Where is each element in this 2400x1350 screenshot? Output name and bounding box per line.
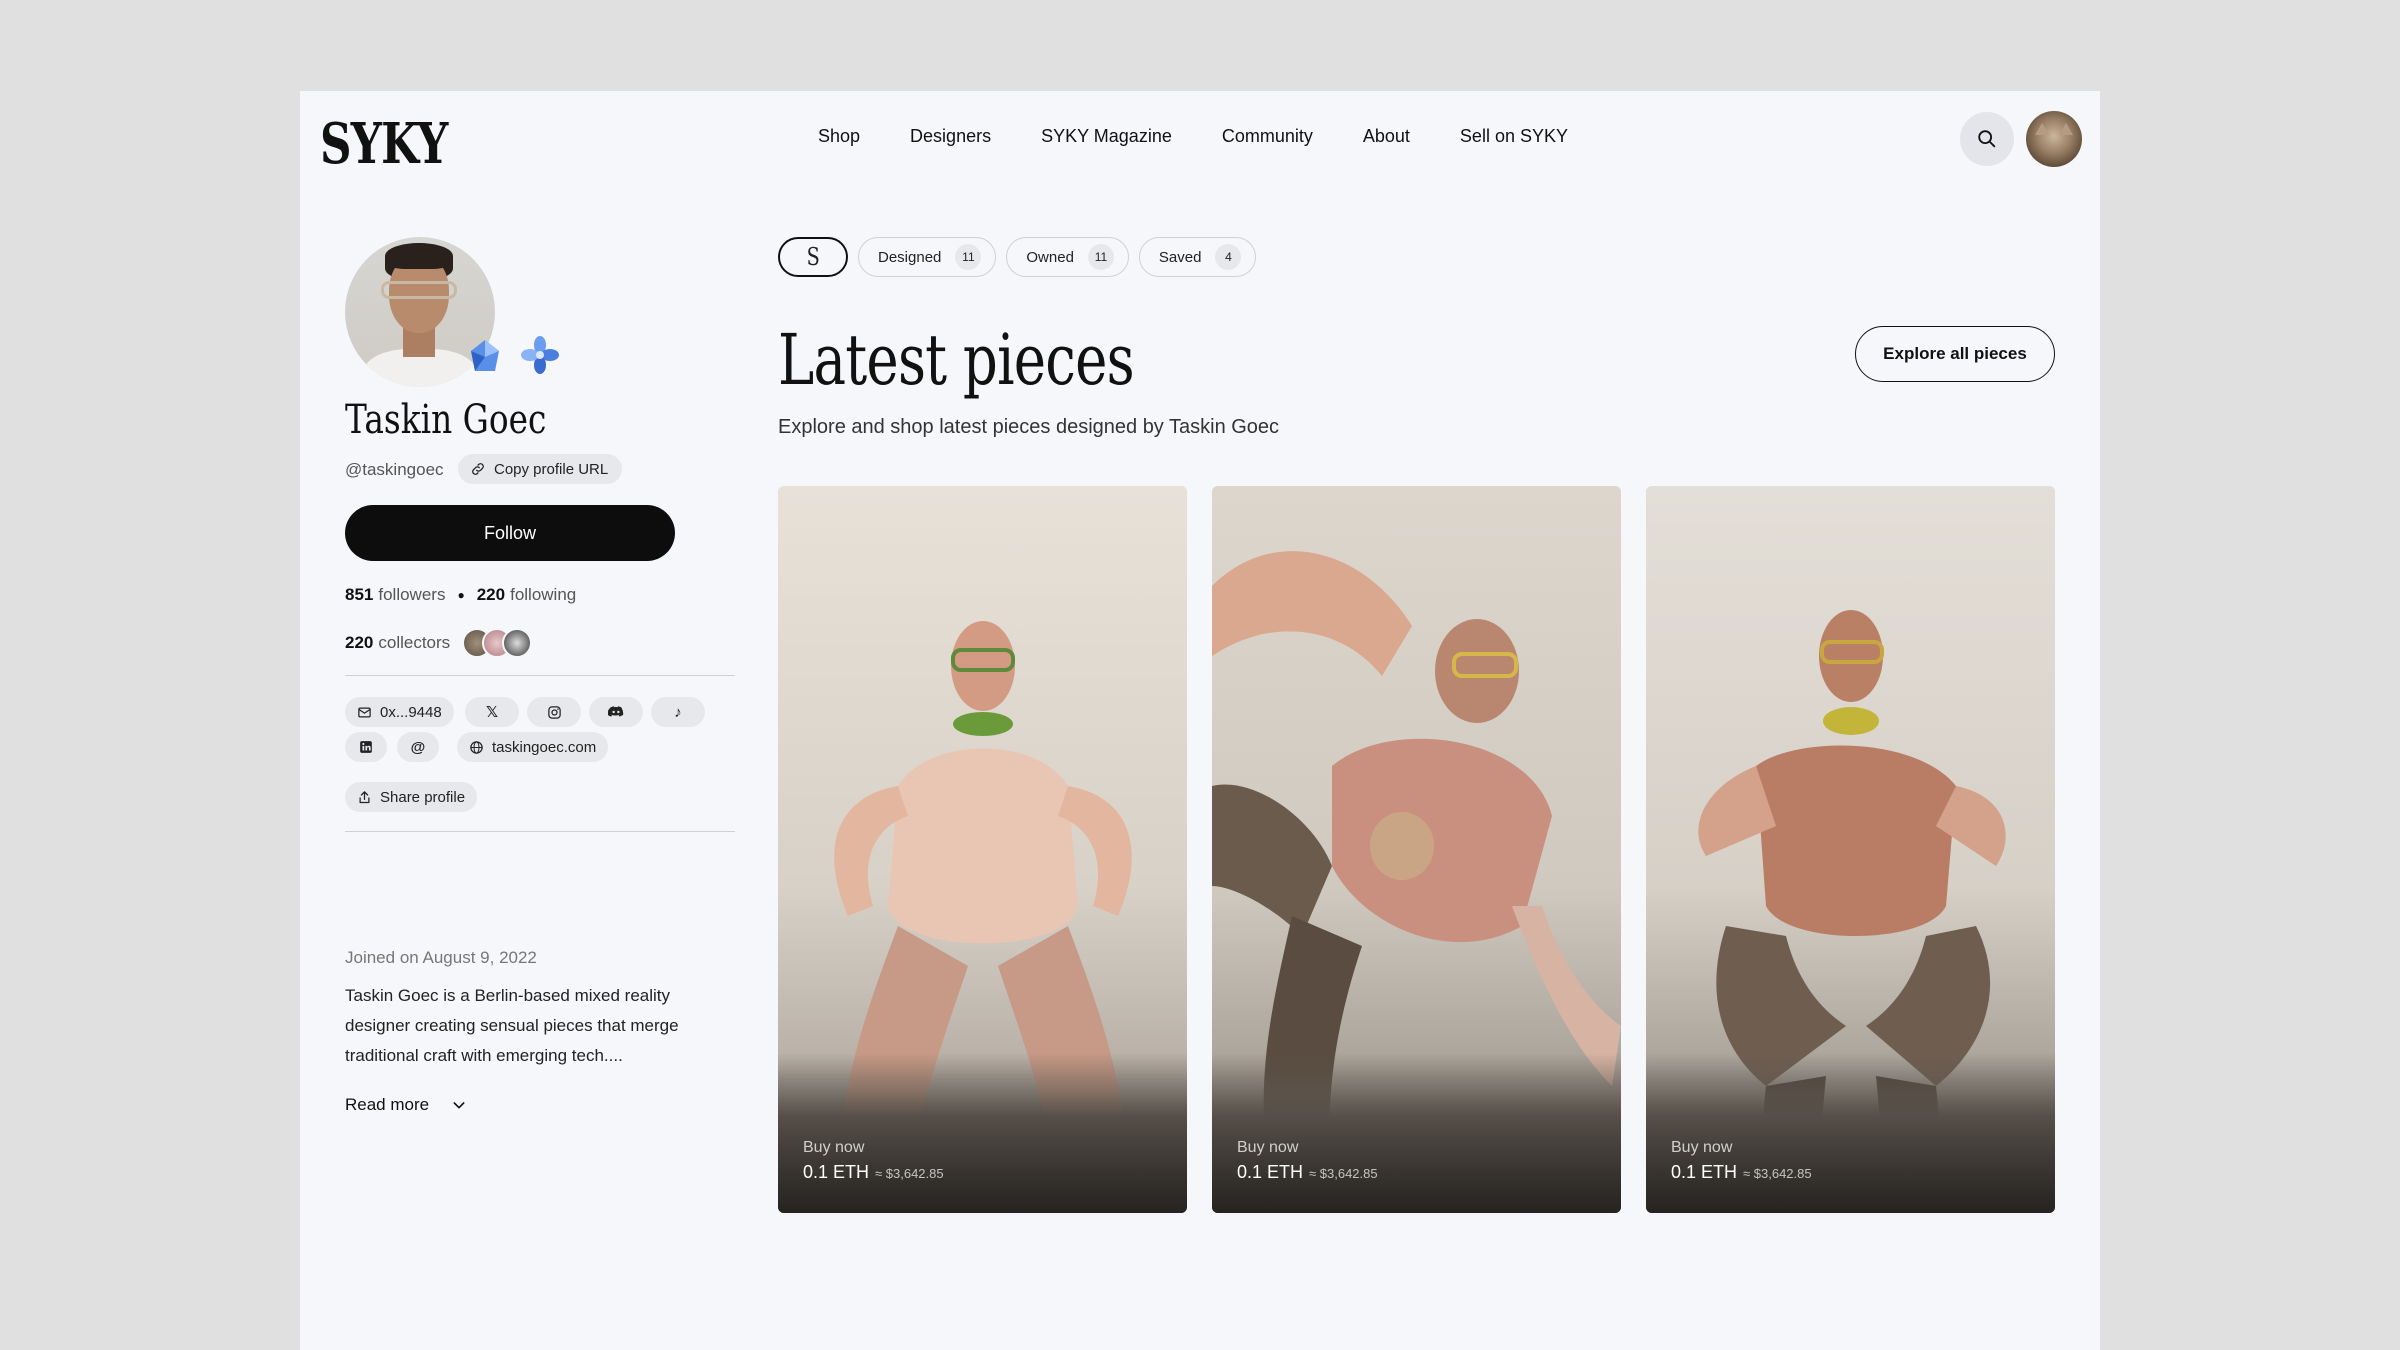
wallet-chip[interactable]: 0x...9448: [345, 697, 454, 727]
explore-all-pieces-button[interactable]: Explore all pieces: [1855, 326, 2055, 382]
website-link-label: taskingoec.com: [492, 738, 597, 756]
tab-designed[interactable]: Designed 11: [858, 237, 997, 277]
follow-stats: 851 followers ● 220 following: [345, 585, 576, 605]
joined-date: Joined on August 9, 2022: [345, 948, 537, 967]
collectors-row[interactable]: 220 collectors: [345, 628, 533, 658]
photo-glasses: [381, 281, 457, 299]
collector-avatars: [462, 628, 533, 658]
profile-handle: @taskingoec: [345, 460, 444, 479]
tab-overview[interactable]: S: [778, 237, 848, 277]
syky-mark-icon: S: [806, 243, 820, 271]
nav-magazine[interactable]: SYKY Magazine: [1041, 126, 1172, 147]
collector-avatar: [502, 628, 533, 658]
page-window: SYKY Shop Designers SYKY Magazine Commun…: [300, 91, 2100, 1350]
section-subtitle: Explore and shop latest pieces designed …: [778, 416, 1280, 438]
buy-now-label: Buy now: [1671, 1139, 1733, 1156]
card-price: 0.1 ETH ≈ $3,642.85: [1671, 1162, 1812, 1183]
profile-tabs: S Designed 11 Owned 11 Saved 4: [778, 237, 1257, 277]
share-icon: [359, 790, 370, 803]
copy-url-label: Copy profile URL: [494, 460, 609, 478]
price-eth: 0.1 ETH: [1671, 1162, 1738, 1182]
linkedin-link[interactable]: [345, 732, 387, 762]
piece-card[interactable]: Buy now 0.1 ETH ≈ $3,642.85: [1212, 486, 1621, 1213]
following-count[interactable]: 220: [477, 585, 505, 605]
profile-bio: Taskin Goec is a Berlin-based mixed real…: [345, 986, 679, 1065]
x-link[interactable]: 𝕏: [465, 697, 519, 727]
nav-about[interactable]: About: [1363, 126, 1410, 147]
mail-icon: [358, 707, 371, 717]
tab-count: 11: [955, 244, 982, 270]
tab-saved[interactable]: Saved 4: [1138, 237, 1257, 277]
website-chip[interactable]: taskingoec.com: [457, 732, 609, 762]
tiktok-link[interactable]: ♪: [651, 697, 705, 727]
link-icon: [472, 463, 484, 475]
buy-now-label: Buy now: [1237, 1139, 1299, 1156]
divider: [345, 831, 735, 832]
card-price: 0.1 ETH ≈ $3,642.85: [1237, 1162, 1378, 1183]
tab-count: 4: [1215, 244, 1242, 270]
top-header: SYKY Shop Designers SYKY Magazine Commun…: [300, 91, 2100, 186]
read-more-label: Read more: [345, 1095, 430, 1114]
divider: [345, 675, 735, 676]
discord-icon: [608, 706, 624, 717]
price-usd: ≈ $3,642.85: [1743, 1166, 1812, 1181]
avatar-ear: [2059, 123, 2073, 135]
instagram-icon: [547, 705, 561, 719]
wallet-address: 0x...9448: [380, 703, 442, 721]
avatar-ear: [2035, 123, 2049, 135]
nav-designers[interactable]: Designers: [910, 126, 991, 147]
nav-sell[interactable]: Sell on SYKY: [1460, 126, 1568, 147]
nav-shop[interactable]: Shop: [818, 126, 860, 147]
crystal-badge-icon: [471, 340, 499, 371]
tab-label: Designed: [878, 248, 942, 266]
search-button[interactable]: [1960, 112, 2014, 166]
share-profile-label: Share profile: [380, 788, 466, 806]
piece-card[interactable]: Buy now 0.1 ETH ≈ $3,642.85: [1646, 486, 2055, 1213]
photo-hair-top: [385, 243, 453, 269]
collectors-label: collectors: [378, 633, 451, 652]
search-icon: [1978, 130, 1996, 148]
tab-count: 11: [1087, 244, 1114, 270]
price-usd: ≈ $3,642.85: [875, 1166, 944, 1181]
instagram-link[interactable]: [527, 697, 581, 727]
separator-dot: ●: [457, 588, 465, 602]
follow-button[interactable]: Follow: [345, 505, 675, 561]
price-usd: ≈ $3,642.85: [1309, 1166, 1378, 1181]
price-eth: 0.1 ETH: [803, 1162, 870, 1182]
user-avatar[interactable]: [2026, 111, 2082, 167]
followers-count[interactable]: 851: [345, 585, 373, 605]
threads-icon: @: [410, 738, 426, 756]
card-price: 0.1 ETH ≈ $3,642.85: [803, 1162, 944, 1183]
tab-label: Owned: [1026, 248, 1074, 266]
nav-community[interactable]: Community: [1222, 126, 1313, 147]
flower-badge-icon: [521, 336, 559, 374]
copy-profile-url-button[interactable]: Copy profile URL: [458, 454, 623, 484]
threads-link[interactable]: @: [397, 732, 439, 762]
piece-card[interactable]: Buy now 0.1 ETH ≈ $3,642.85: [778, 486, 1187, 1213]
collectors-count: 220: [345, 633, 374, 652]
syky-logo[interactable]: SYKY: [320, 111, 448, 177]
x-icon: 𝕏: [485, 704, 499, 721]
read-more-button[interactable]: Read more: [345, 1095, 467, 1115]
tab-label: Saved: [1158, 248, 1202, 266]
chevron-down-icon: [453, 1102, 465, 1109]
followers-label[interactable]: followers: [378, 585, 445, 605]
share-profile-button[interactable]: Share profile: [345, 782, 478, 812]
tiktok-icon: ♪: [674, 703, 682, 721]
following-label[interactable]: following: [510, 585, 576, 605]
main-nav: Shop Designers SYKY Magazine Community A…: [818, 126, 1618, 147]
profile-name: Taskin Goec: [345, 397, 547, 443]
buy-now-label: Buy now: [803, 1139, 865, 1156]
section-title: Latest pieces: [778, 319, 1135, 401]
linkedin-icon: [360, 741, 372, 753]
tab-owned[interactable]: Owned 11: [1006, 237, 1129, 277]
discord-link[interactable]: [589, 697, 643, 727]
globe-icon: [470, 740, 483, 754]
price-eth: 0.1 ETH: [1237, 1162, 1304, 1182]
